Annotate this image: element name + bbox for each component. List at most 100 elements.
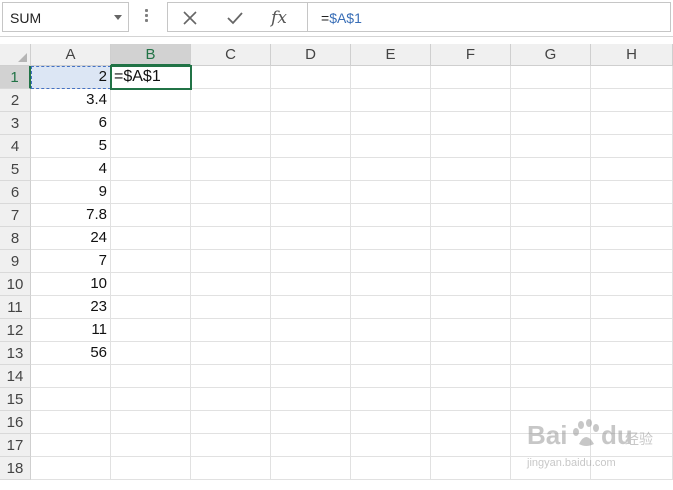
cell-a18[interactable] xyxy=(31,457,111,480)
cell-h14[interactable] xyxy=(591,365,673,388)
cell-b12[interactable] xyxy=(111,319,191,342)
column-header-h[interactable]: H xyxy=(591,44,673,66)
cell-g6[interactable] xyxy=(511,181,591,204)
row-header-11[interactable]: 11 xyxy=(0,296,31,319)
cell-f17[interactable] xyxy=(431,434,511,457)
row-header-17[interactable]: 17 xyxy=(0,434,31,457)
column-header-b[interactable]: B xyxy=(111,44,191,66)
cell-d14[interactable] xyxy=(271,365,351,388)
cell-e10[interactable] xyxy=(351,273,431,296)
cell-d6[interactable] xyxy=(271,181,351,204)
cell-a8[interactable]: 24 xyxy=(31,227,111,250)
cell-b5[interactable] xyxy=(111,158,191,181)
cell-g10[interactable] xyxy=(511,273,591,296)
cell-f3[interactable] xyxy=(431,112,511,135)
cell-d2[interactable] xyxy=(271,89,351,112)
cell-e12[interactable] xyxy=(351,319,431,342)
cell-c13[interactable] xyxy=(191,342,271,365)
cell-d15[interactable] xyxy=(271,388,351,411)
column-header-d[interactable]: D xyxy=(271,44,351,66)
cell-h7[interactable] xyxy=(591,204,673,227)
cell-f12[interactable] xyxy=(431,319,511,342)
cell-h6[interactable] xyxy=(591,181,673,204)
cell-d12[interactable] xyxy=(271,319,351,342)
cell-e14[interactable] xyxy=(351,365,431,388)
cell-c15[interactable] xyxy=(191,388,271,411)
name-box[interactable]: SUM xyxy=(2,2,129,32)
cell-d4[interactable] xyxy=(271,135,351,158)
row-header-2[interactable]: 2 xyxy=(0,89,31,112)
cell-h1[interactable] xyxy=(591,66,673,89)
cell-b11[interactable] xyxy=(111,296,191,319)
cell-c12[interactable] xyxy=(191,319,271,342)
cell-h2[interactable] xyxy=(591,89,673,112)
cell-e18[interactable] xyxy=(351,457,431,480)
cell-b6[interactable] xyxy=(111,181,191,204)
drag-handle-icon[interactable] xyxy=(145,9,148,27)
cell-e13[interactable] xyxy=(351,342,431,365)
cell-g9[interactable] xyxy=(511,250,591,273)
cell-c2[interactable] xyxy=(191,89,271,112)
cell-e3[interactable] xyxy=(351,112,431,135)
cell-f7[interactable] xyxy=(431,204,511,227)
cell-c16[interactable] xyxy=(191,411,271,434)
cell-f10[interactable] xyxy=(431,273,511,296)
cell-g4[interactable] xyxy=(511,135,591,158)
cell-a16[interactable] xyxy=(31,411,111,434)
cell-b7[interactable] xyxy=(111,204,191,227)
cell-a7[interactable]: 7.8 xyxy=(31,204,111,227)
cell-a10[interactable]: 10 xyxy=(31,273,111,296)
cell-e7[interactable] xyxy=(351,204,431,227)
cell-g13[interactable] xyxy=(511,342,591,365)
cell-c14[interactable] xyxy=(191,365,271,388)
cell-d1[interactable] xyxy=(271,66,351,89)
row-header-9[interactable]: 9 xyxy=(0,250,31,273)
cell-d5[interactable] xyxy=(271,158,351,181)
formula-input[interactable]: =$A$1 xyxy=(307,2,671,32)
cell-f1[interactable] xyxy=(431,66,511,89)
cell-a12[interactable]: 11 xyxy=(31,319,111,342)
cell-h12[interactable] xyxy=(591,319,673,342)
cell-h9[interactable] xyxy=(591,250,673,273)
cell-f11[interactable] xyxy=(431,296,511,319)
cell-c4[interactable] xyxy=(191,135,271,158)
cell-b1[interactable]: =$A$1 xyxy=(111,66,191,89)
cell-f16[interactable] xyxy=(431,411,511,434)
cell-b2[interactable] xyxy=(111,89,191,112)
cell-g1[interactable] xyxy=(511,66,591,89)
cell-d13[interactable] xyxy=(271,342,351,365)
cell-c9[interactable] xyxy=(191,250,271,273)
cell-d3[interactable] xyxy=(271,112,351,135)
cell-g3[interactable] xyxy=(511,112,591,135)
row-header-10[interactable]: 10 xyxy=(0,273,31,296)
row-header-6[interactable]: 6 xyxy=(0,181,31,204)
row-header-16[interactable]: 16 xyxy=(0,411,31,434)
cell-c1[interactable] xyxy=(191,66,271,89)
cell-d7[interactable] xyxy=(271,204,351,227)
cell-h4[interactable] xyxy=(591,135,673,158)
cell-b14[interactable] xyxy=(111,365,191,388)
cell-a11[interactable]: 23 xyxy=(31,296,111,319)
select-all-button[interactable] xyxy=(0,44,31,66)
cell-f4[interactable] xyxy=(431,135,511,158)
cell-d18[interactable] xyxy=(271,457,351,480)
cell-c8[interactable] xyxy=(191,227,271,250)
row-header-15[interactable]: 15 xyxy=(0,388,31,411)
cell-c17[interactable] xyxy=(191,434,271,457)
cell-e2[interactable] xyxy=(351,89,431,112)
cell-e8[interactable] xyxy=(351,227,431,250)
cell-c10[interactable] xyxy=(191,273,271,296)
column-header-g[interactable]: G xyxy=(511,44,591,66)
check-icon[interactable] xyxy=(221,7,249,29)
cell-a3[interactable]: 6 xyxy=(31,112,111,135)
fx-icon[interactable]: fx xyxy=(265,7,293,29)
cell-b13[interactable] xyxy=(111,342,191,365)
cell-c18[interactable] xyxy=(191,457,271,480)
cell-a2[interactable]: 3.4 xyxy=(31,89,111,112)
cell-h8[interactable] xyxy=(591,227,673,250)
cell-e11[interactable] xyxy=(351,296,431,319)
cell-b3[interactable] xyxy=(111,112,191,135)
cell-b17[interactable] xyxy=(111,434,191,457)
cell-e15[interactable] xyxy=(351,388,431,411)
row-header-7[interactable]: 7 xyxy=(0,204,31,227)
